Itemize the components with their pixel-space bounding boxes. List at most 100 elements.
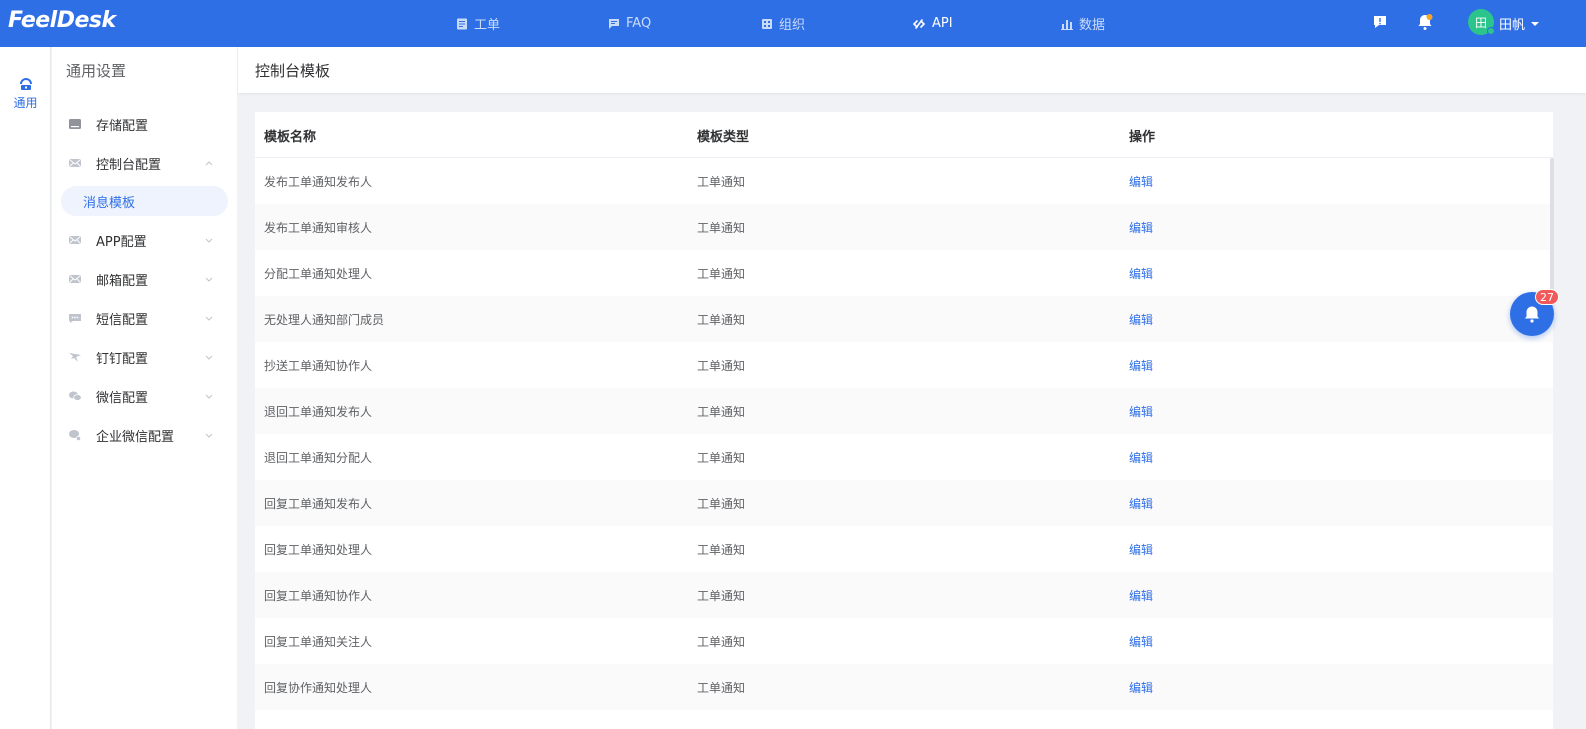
user-menu[interactable]: 田帆	[1499, 0, 1540, 47]
template-type: 工单通知	[697, 588, 746, 603]
nav-item-label: FAQ	[626, 16, 652, 31]
feedback-button[interactable]	[1369, 11, 1391, 33]
template-name: 回复工单通知协作人	[264, 588, 373, 603]
mail-icon	[69, 159, 81, 167]
sidebar-item-label: 企业微信配置	[96, 429, 175, 445]
top-nav: 工单 FAQ 组织 API 数据	[0, 0, 1586, 47]
table-row: 回复协作通知处理人 工单通知 编辑	[255, 664, 1553, 710]
sidebar-item-sms[interactable]: 短信配置	[52, 299, 237, 337]
caret-down-icon	[1531, 21, 1540, 26]
column-header-name: 模板名称	[264, 129, 317, 145]
table-row: 退回工单通知发布人 工单通知 编辑	[255, 388, 1553, 434]
edit-link[interactable]: 编辑	[1129, 204, 1153, 250]
edit-link[interactable]: 编辑	[1129, 296, 1153, 342]
template-name: 回复工单通知发布人	[264, 496, 373, 511]
sidebar-item-wecom[interactable]: 企业微信配置	[52, 416, 237, 454]
sidebar-item-console[interactable]: 控制台配置	[52, 144, 237, 182]
mail-icon	[69, 275, 81, 283]
nav-item-faq[interactable]: FAQ	[608, 0, 651, 47]
bell-icon	[1525, 306, 1539, 323]
edit-link[interactable]: 编辑	[1129, 480, 1153, 526]
template-type: 工单通知	[697, 450, 746, 465]
sidebar-item-label: 邮箱配置	[96, 273, 149, 289]
edit-link[interactable]: 编辑	[1129, 618, 1153, 664]
column-header-type: 模板类型	[697, 129, 750, 145]
page-title: 控制台模板	[255, 61, 331, 80]
template-name: 回复工单通知关注人	[264, 634, 373, 649]
sidebar-item-label: 短信配置	[96, 312, 149, 328]
notification-count-badge: 27	[1535, 289, 1559, 305]
nav-item-ticket[interactable]: 工单	[456, 0, 500, 47]
building-icon	[762, 18, 772, 29]
feedback-icon	[1374, 16, 1386, 28]
template-type: 工单通知	[697, 266, 746, 281]
sidebar-item-wechat[interactable]: 微信配置	[52, 377, 237, 415]
sidebar-title: 通用设置	[66, 61, 127, 80]
nav-item-data[interactable]: 数据	[1061, 0, 1105, 47]
bell-icon	[1418, 14, 1433, 30]
sms-icon	[69, 314, 81, 323]
sidebar-item-label: APP配置	[96, 234, 147, 250]
edit-link[interactable]: 编辑	[1129, 158, 1153, 204]
edit-link[interactable]: 编辑	[1129, 664, 1153, 710]
edit-link[interactable]: 编辑	[1129, 572, 1153, 618]
sidebar-item-label: 钉钉配置	[96, 351, 149, 367]
notification-button[interactable]	[1414, 11, 1436, 33]
template-name: 回复协作通知处理人	[264, 680, 373, 695]
nav-item-label: API	[932, 16, 953, 31]
template-type: 工单通知	[697, 634, 746, 649]
edit-link[interactable]: 编辑	[1129, 526, 1153, 572]
column-header-action: 操作	[1129, 129, 1156, 145]
table-scrollbar[interactable]	[1550, 158, 1554, 308]
chevron-down-icon	[205, 316, 213, 321]
sidebar-subitem-message-template[interactable]: 消息模板	[61, 186, 228, 216]
main-header: 控制台模板	[238, 47, 1586, 93]
edit-link[interactable]: 编辑	[1129, 342, 1153, 388]
template-type: 工单通知	[697, 496, 746, 511]
left-rail: 通用	[0, 47, 51, 729]
template-type: 工单通知	[697, 220, 746, 235]
nav-item-api[interactable]: API	[912, 0, 953, 47]
table-row: 回复工单通知协作人 工单通知 编辑	[255, 572, 1553, 618]
edit-link[interactable]: 编辑	[1129, 388, 1153, 434]
template-type: 工单通知	[697, 174, 746, 189]
template-type: 工单通知	[697, 358, 746, 373]
table-row: 分配工单通知处理人 工单通知 编辑	[255, 250, 1553, 296]
table-row: 回复工单通知关注人 工单通知 编辑	[255, 618, 1553, 664]
sidebar-item-label: 存储配置	[96, 118, 149, 134]
nav-item-org[interactable]: 组织	[761, 0, 805, 47]
chat-icon	[609, 18, 619, 29]
sidebar-item-app[interactable]: APP配置	[52, 221, 237, 259]
template-name: 发布工单通知审核人	[264, 220, 373, 235]
template-type: 工单通知	[697, 542, 746, 557]
table-row: 回复工单通知处理人 工单通知 编辑	[255, 526, 1553, 572]
sidebar-item-email[interactable]: 邮箱配置	[52, 260, 237, 298]
nav-item-label: 组织	[779, 18, 806, 33]
mail-icon	[69, 236, 81, 244]
sidebar-item-dingtalk[interactable]: 钉钉配置	[52, 338, 237, 376]
top-bar: FeelDesk 工单 FAQ 组织 API 数据 田 田帆	[0, 0, 1586, 47]
table-row: 退回工单通知分配人 工单通知 编辑	[255, 434, 1553, 480]
template-type: 工单通知	[697, 404, 746, 419]
user-name: 田帆	[1499, 18, 1526, 33]
template-name: 退回工单通知发布人	[264, 404, 373, 419]
chevron-down-icon	[205, 394, 213, 399]
sidebar-item-storage[interactable]: 存储配置	[52, 105, 237, 143]
chevron-down-icon	[205, 277, 213, 282]
template-name: 回复工单通知处理人	[264, 542, 373, 557]
template-table: 模板名称 模板类型 操作 发布工单通知发布人 工单通知 编辑 发布工单通知审核人…	[255, 112, 1553, 729]
wechat-icon	[69, 391, 82, 401]
sidebar-item-label: 控制台配置	[96, 157, 162, 173]
chevron-down-icon	[205, 355, 213, 360]
edit-link[interactable]: 编辑	[1129, 434, 1153, 480]
wecom-icon	[69, 430, 82, 442]
template-name: 抄送工单通知协作人	[264, 358, 373, 373]
document-icon	[457, 18, 467, 29]
rail-item-general[interactable]: 通用	[0, 65, 51, 125]
table-row: 抄送工单通知协作人 工单通知 编辑	[255, 342, 1553, 388]
bar-chart-icon	[1061, 19, 1073, 30]
edit-link[interactable]: 编辑	[1129, 250, 1153, 296]
sidebar-item-label: 微信配置	[96, 390, 149, 406]
chevron-down-icon	[205, 238, 213, 243]
table-header: 模板名称 模板类型 操作	[255, 112, 1553, 158]
